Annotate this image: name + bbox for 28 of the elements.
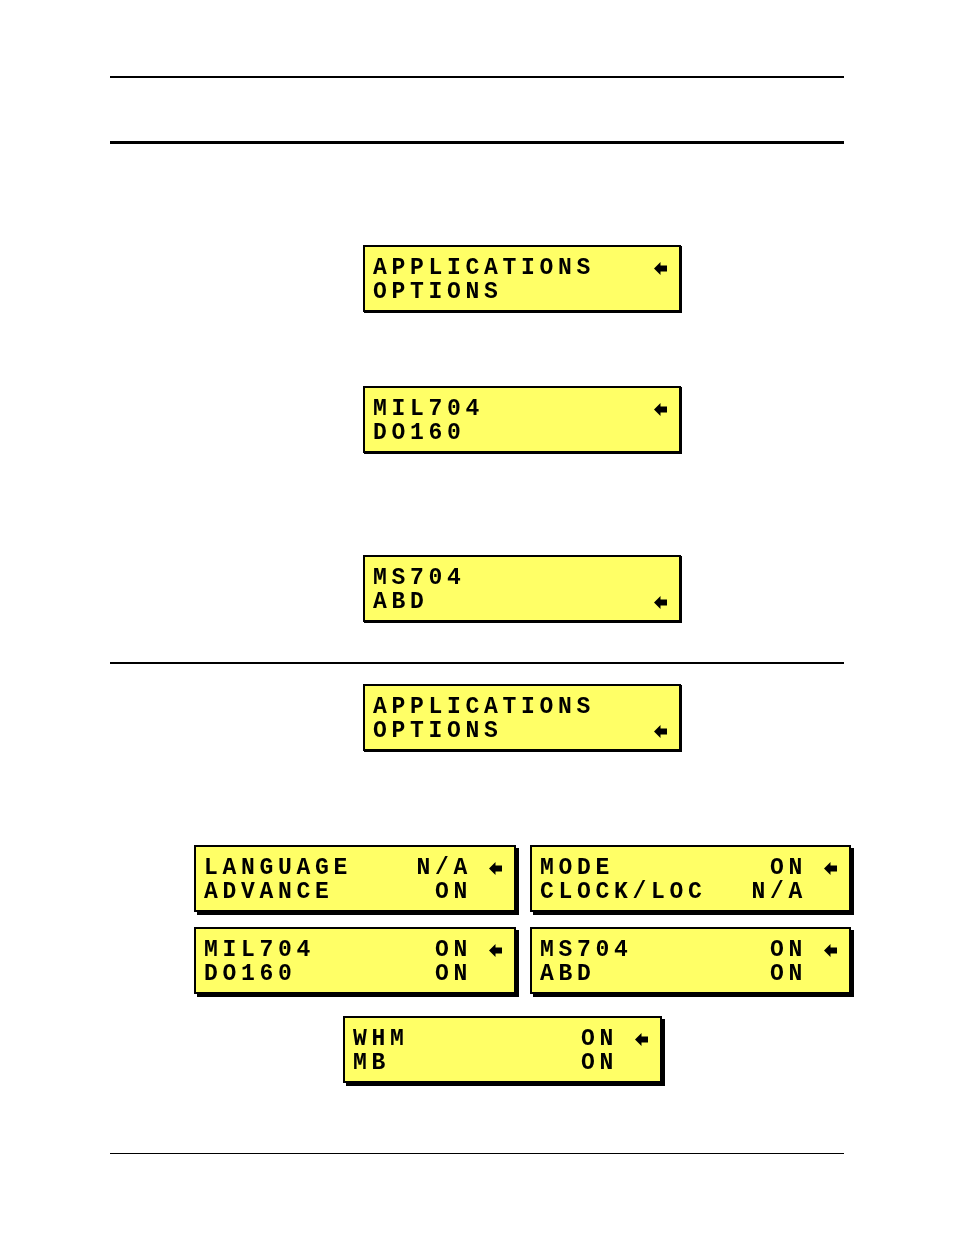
display-label: LANGUAGE <box>204 856 354 880</box>
display-label: WHM <box>353 1027 410 1051</box>
display-label: DO160 <box>373 421 467 445</box>
display-label: MB <box>353 1051 391 1075</box>
display-value: ON <box>770 938 807 962</box>
display-label: MODE <box>540 856 614 880</box>
display-label: CLOCK/LOC <box>540 880 708 904</box>
display-value: N/A <box>416 856 472 880</box>
display-value: ON <box>581 1051 618 1075</box>
display-label: ABD <box>373 590 430 614</box>
display-label: OPTIONS <box>373 280 504 304</box>
display-value: N/A <box>751 880 807 904</box>
display-label: APPLICATIONS <box>373 695 597 719</box>
display-label: DO160 <box>204 962 298 986</box>
display-label: MS704 <box>373 566 467 590</box>
display-label: MIL704 <box>373 397 485 421</box>
display-value: ON <box>770 962 807 986</box>
display-value: ON <box>435 938 472 962</box>
display-label: MIL704 <box>204 938 316 962</box>
display-label: ABD <box>540 962 597 986</box>
display-label: MS704 <box>540 938 634 962</box>
display-value: ON <box>435 880 472 904</box>
display-value: ON <box>770 856 807 880</box>
display-label: ADVANCE <box>204 880 335 904</box>
display-value: ON <box>435 962 472 986</box>
display-label: APPLICATIONS <box>373 256 597 280</box>
display-label: OPTIONS <box>373 719 504 743</box>
display-value: ON <box>581 1027 618 1051</box>
